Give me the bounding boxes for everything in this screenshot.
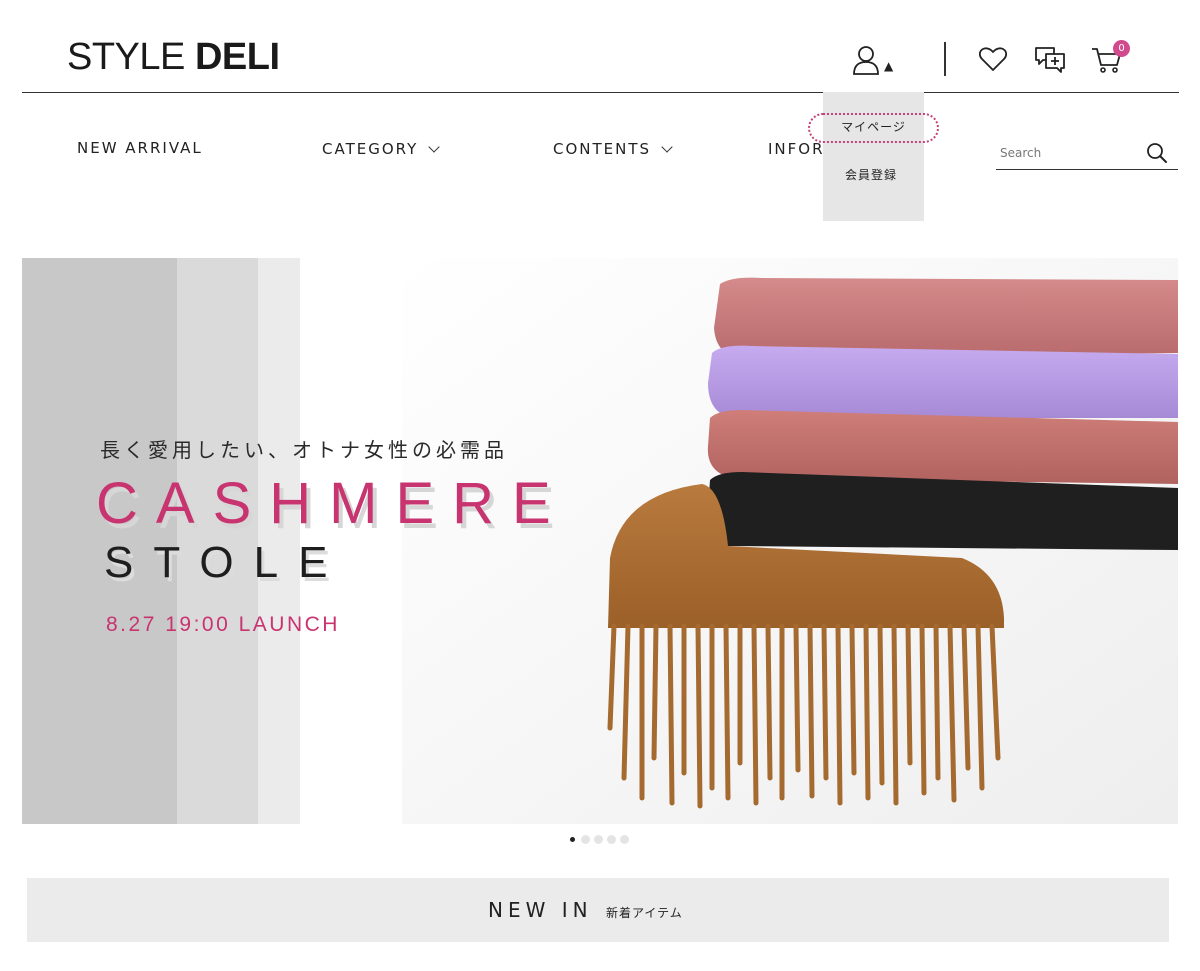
carousel-dot[interactable] xyxy=(581,835,590,844)
heart-icon[interactable] xyxy=(978,45,1008,73)
cart-count-badge: 0 xyxy=(1113,40,1130,57)
chat-icon[interactable] xyxy=(1034,44,1066,76)
search-bar xyxy=(996,138,1178,170)
nav-category[interactable]: CATEGORY xyxy=(322,140,440,158)
section-title: NEW IN xyxy=(488,898,593,922)
carousel-dot[interactable] xyxy=(594,835,603,844)
carousel-dot[interactable] xyxy=(607,835,616,844)
nav-category-label: CATEGORY xyxy=(322,140,419,158)
nav-information-label: INFORMATION xyxy=(768,140,822,158)
nav-contents-label: CONTENTS xyxy=(553,140,652,158)
chevron-down-icon xyxy=(428,140,440,153)
nav-new-arrival[interactable]: NEW ARRIVAL xyxy=(77,139,203,157)
site-logo[interactable]: STYLE DELI xyxy=(67,36,280,78)
header-divider-line xyxy=(22,92,1179,93)
account-dropdown xyxy=(823,92,924,221)
hero-title: CASHMERE xyxy=(96,471,569,536)
carousel-dot[interactable] xyxy=(570,837,575,842)
search-input[interactable] xyxy=(1000,142,1140,164)
chevron-down-icon xyxy=(661,140,673,153)
nav-new-arrival-label: NEW ARRIVAL xyxy=(77,139,203,157)
dropdown-item-mypage[interactable]: マイページ xyxy=(808,113,939,143)
carousel-dot[interactable] xyxy=(620,835,629,844)
search-icon[interactable] xyxy=(1146,142,1168,164)
section-subtitle: 新着アイテム xyxy=(606,906,683,920)
hero-subtitle: 長く愛用したい、オトナ女性の必需品 xyxy=(100,438,508,462)
logo-text-bold: DELI xyxy=(194,36,280,78)
hero-banner[interactable]: 長く愛用したい、オトナ女性の必需品 CASHMERE STOLE 8.27 19… xyxy=(22,258,1178,824)
hero-title-line2: STOLE xyxy=(104,538,348,587)
caret-up-icon[interactable]: ▲ xyxy=(884,60,893,72)
hero-launch-date: 8.27 19:00 LAUNCH xyxy=(106,613,340,636)
stole-stack-image xyxy=(402,258,1178,824)
nav-contents[interactable]: CONTENTS xyxy=(553,140,673,158)
dropdown-item-register[interactable]: 会員登録 xyxy=(845,166,897,183)
user-icon[interactable] xyxy=(851,44,881,76)
nav-information[interactable]: INFORMATION xyxy=(768,140,822,158)
carousel-pagination xyxy=(568,835,629,844)
new-in-section-header xyxy=(27,878,1169,942)
header-divider xyxy=(944,42,946,76)
logo-text-light: STYLE xyxy=(67,36,185,78)
